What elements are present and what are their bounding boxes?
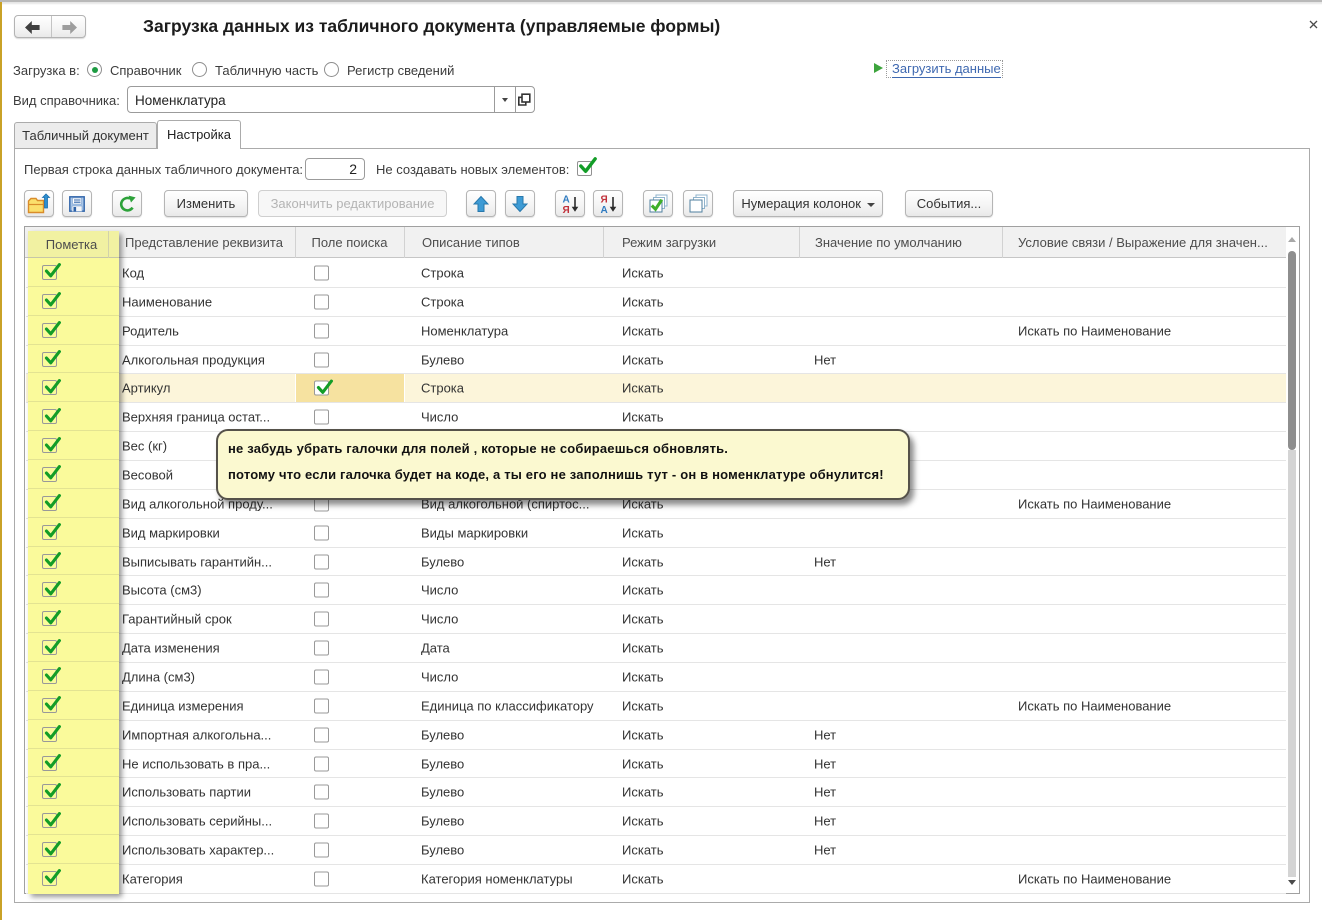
svg-text:Я: Я	[601, 194, 608, 205]
svg-text:А: А	[563, 194, 570, 205]
svg-text:А: А	[601, 205, 608, 215]
svg-text:Я: Я	[563, 205, 570, 215]
